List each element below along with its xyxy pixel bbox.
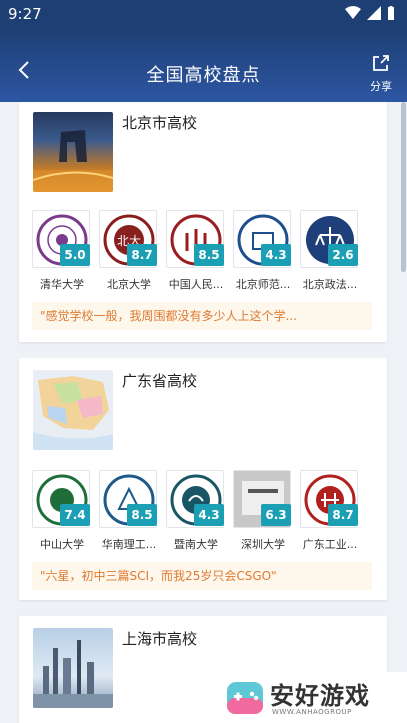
review-quote[interactable]: "六星，初中三篇SCI，而我25岁只会CSGO" — [32, 562, 372, 590]
region-title: 北京市高校 — [122, 114, 198, 132]
university-name: 华南理工... — [101, 538, 157, 551]
score-badge: 5.0 — [60, 244, 90, 266]
review-quote[interactable]: "感觉学校一般，我周围都没有多少人上这个学... — [32, 302, 372, 330]
university-name: 清华大学 — [40, 278, 84, 291]
score-badge: 4.3 — [194, 504, 224, 526]
app-bar: 全国高校盘点 分享 — [0, 28, 407, 102]
scrollbar[interactable] — [401, 102, 406, 272]
watermark-logo: 安好游戏 WWW.ANHAOGROUP — [220, 672, 407, 723]
score-badge: 8.7 — [127, 244, 157, 266]
university-name: 广东工业... — [302, 538, 358, 551]
region-title: 广东省高校 — [122, 372, 198, 390]
university-name: 中国人民... — [168, 278, 224, 291]
watermark-subtext: WWW.ANHAOGROUP — [272, 708, 352, 716]
university-item[interactable]: 北大 8.7 北京大学 — [99, 210, 159, 291]
university-row: 7.4 中山大学 8.5 华南理工... 4.3 暨南大学 6.3 深圳大学 8… — [32, 470, 372, 551]
page-title: 全国高校盘点 — [146, 65, 261, 86]
university-item[interactable]: 8.5 华南理工... — [99, 470, 159, 551]
signal-icon — [367, 6, 381, 20]
university-name: 北京大学 — [107, 278, 151, 291]
region-title: 上海市高校 — [122, 630, 198, 648]
university-name: 深圳大学 — [241, 538, 285, 551]
region-card-guangdong[interactable]: 广东省高校 7.4 中山大学 8.5 华南理工... 4.3 暨南大学 6.3 … — [19, 358, 387, 600]
watermark-text: 安好游戏 — [270, 682, 370, 710]
content-list[interactable]: 北京市高校 5.0 清华大学 北大 8.7 北京大学 8.5 中国人民... 4… — [0, 102, 407, 723]
university-name: 暨南大学 — [174, 538, 218, 551]
score-badge: 8.5 — [127, 504, 157, 526]
gamepad-icon — [227, 682, 263, 714]
university-item[interactable]: 8.5 中国人民... — [166, 210, 226, 291]
university-item[interactable]: 6.3 深圳大学 — [233, 470, 293, 551]
university-name: 中山大学 — [40, 538, 84, 551]
university-item[interactable]: 4.3 北京师范... — [233, 210, 293, 291]
score-badge: 8.5 — [194, 244, 224, 266]
university-row: 5.0 清华大学 北大 8.7 北京大学 8.5 中国人民... 4.3 北京师… — [32, 210, 372, 291]
region-card-beijing[interactable]: 北京市高校 5.0 清华大学 北大 8.7 北京大学 8.5 中国人民... 4… — [19, 102, 387, 342]
region-thumbnail — [33, 628, 113, 708]
university-item[interactable]: 4.3 暨南大学 — [166, 470, 226, 551]
university-item[interactable]: 8.7 广东工业... — [300, 470, 360, 551]
university-name: 北京政法... — [302, 278, 358, 291]
share-icon — [373, 55, 389, 71]
status-icons — [345, 6, 395, 20]
region-thumbnail — [33, 112, 113, 192]
score-badge: 4.3 — [261, 244, 291, 266]
wifi-icon — [345, 6, 361, 19]
university-item[interactable]: 2.6 北京政法... — [300, 210, 360, 291]
share-label: 分享 — [370, 80, 392, 93]
region-thumbnail — [33, 370, 113, 450]
score-badge: 2.6 — [328, 244, 358, 266]
university-item[interactable]: 7.4 中山大学 — [32, 470, 92, 551]
score-badge: 7.4 — [60, 504, 90, 526]
status-bar: 9:27 — [0, 0, 407, 28]
score-badge: 8.7 — [328, 504, 358, 526]
status-time: 9:27 — [8, 5, 42, 23]
university-item[interactable]: 5.0 清华大学 — [32, 210, 92, 291]
score-badge: 6.3 — [261, 504, 291, 526]
university-name: 北京师范... — [235, 278, 291, 291]
share-button[interactable]: 分享 — [363, 54, 399, 94]
battery-icon — [388, 6, 394, 20]
